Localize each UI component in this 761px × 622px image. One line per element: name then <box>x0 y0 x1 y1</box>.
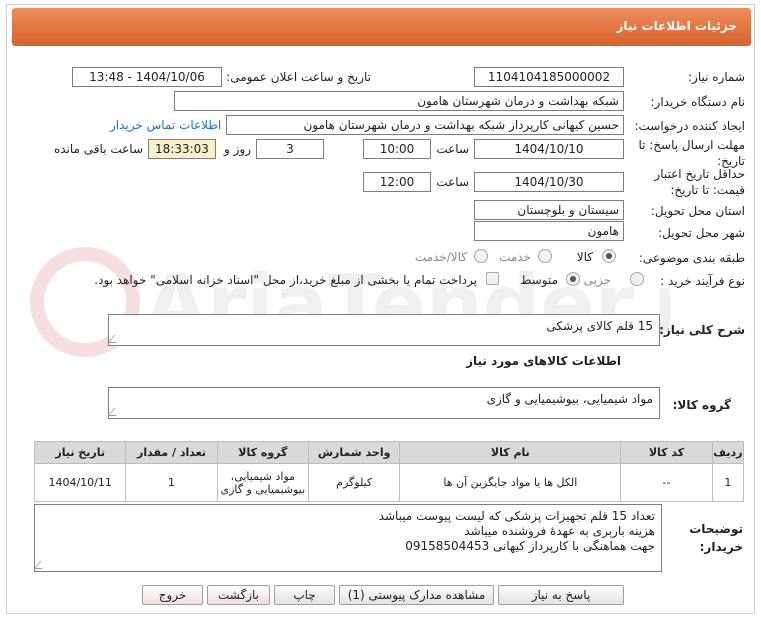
announce-label: تاریخ و ساعت اعلان عمومی: <box>226 70 371 84</box>
need-number-label: شماره نیاز: <box>688 70 745 84</box>
need-number-field: 1104104185000002 <box>474 67 624 87</box>
treasury-note: پرداخت تمام یا بخشی از مبلغ خرید،از محل … <box>94 273 477 287</box>
summary-label: شرح کلی نیاز: <box>659 323 745 337</box>
summary-text: 15 قلم کالای پزشکی <box>546 319 653 333</box>
table-row: 1 -- الکل ها یا مواد جایگزین آن ها کیلوگ… <box>33 463 745 502</box>
validity-time-field: 12:00 <box>363 172 431 192</box>
notes-line: تعداد 15 قلم تجهیزات پزشکی که لیست پیوست… <box>378 509 655 523</box>
buyer-field: شبکه بهداشت و درمان شهرستان هامون <box>174 91 624 111</box>
goods-group-textarea[interactable]: مواد شیمیایی، بیوشیمیایی و گازی <box>107 387 660 419</box>
buyer-label: نام دستگاه خریدار: <box>650 95 746 109</box>
contact-buyer-link[interactable]: اطلاعات تماس خریدار <box>110 118 221 132</box>
notes-textarea[interactable]: تعداد 15 قلم تجهیزات پزشکی که لیست پیوست… <box>33 504 662 572</box>
cell-row-number: 1 <box>711 463 745 502</box>
treasury-checkbox[interactable] <box>486 272 499 285</box>
creator-label: ایجاد کننده درخواست: <box>634 119 745 133</box>
col-header-unit: واحد شمارش <box>307 441 401 464</box>
process-medium-radio[interactable] <box>566 272 580 286</box>
cell-name: الکل ها یا مواد جایگزین آن ها <box>399 463 622 502</box>
print-button[interactable]: چاپ <box>274 585 335 605</box>
reply-button[interactable]: پاسخ به نیاز <box>498 585 624 605</box>
goods-info-title: اطلاعات کالاهای مورد نیاز <box>466 354 621 368</box>
days-field: 3 <box>256 139 324 159</box>
process-medium-label: متوسط <box>520 273 558 287</box>
notes-label: توضیحات خریدار: <box>689 522 743 554</box>
resize-grip[interactable] <box>33 561 49 569</box>
resize-grip[interactable] <box>107 408 123 416</box>
category-service-radio[interactable] <box>538 249 552 263</box>
col-header-group: گروه کالا <box>216 441 310 464</box>
process-label: نوع فرآیند خرید : <box>660 274 745 288</box>
goods-group-label: گروه کالا: <box>672 398 731 412</box>
col-header-quantity: تعداد / مقدار <box>125 441 218 464</box>
days-label: روز و <box>224 142 251 156</box>
announce-field: 1404/10/06 - 13:48 <box>72 67 222 87</box>
province-field: سیستان و بلوچستان <box>474 200 624 220</box>
category-label: طبقه بندی موضوعی: <box>638 251 745 265</box>
page-title: جزئیات اطلاعات نیاز <box>616 19 737 33</box>
process-minor-label: جزیی <box>583 273 611 287</box>
table-header-row: ردیف کد کالا نام کالا واحد شمارش گروه کا… <box>33 441 745 464</box>
validity-label: حداقل تاریخ اعتبار قیمت: تا تاریخ: <box>654 167 745 197</box>
notes-line: جهت هماهنگی با کارپرداز کیهانی 091585044… <box>405 539 655 553</box>
city-label: شهر محل تحویل: <box>658 226 745 240</box>
goods-table: ردیف کد کالا نام کالا واحد شمارش گروه کا… <box>33 441 745 502</box>
category-service-label: خدمت <box>499 250 531 264</box>
remaining-time-field: 18:33:03 <box>148 139 216 159</box>
category-goods-service-label: کالا/خدمت <box>414 250 467 264</box>
notes-line: هزینه باربری به عهدهٔ فروشنده میباشد <box>464 524 655 538</box>
cell-group: مواد شیمیایی، بیوشیمیایی و گازی <box>216 463 310 502</box>
goods-group-text: مواد شیمیایی، بیوشیمیایی و گازی <box>486 392 653 406</box>
cell-unit: کیلوگرم <box>307 463 401 502</box>
resize-grip[interactable] <box>107 335 123 343</box>
cell-quantity: 1 <box>125 463 218 502</box>
col-header-row-number: ردیف <box>711 441 745 464</box>
deadline-label: مهلت ارسال پاسخ: تا تاریخ: <box>638 138 745 168</box>
category-goods-service-radio[interactable] <box>474 249 488 263</box>
validity-time-label: ساعت <box>436 175 469 189</box>
back-button[interactable]: بازگشت <box>207 585 270 605</box>
creator-field: حسین کیهانی کارپرداز شبکه بهداشت و درمان… <box>226 115 624 135</box>
attachments-button[interactable]: مشاهده مدارک پیوستی (1) <box>339 585 494 605</box>
validity-date-field: 1404/10/30 <box>474 172 624 192</box>
cell-date: 1404/10/11 <box>33 463 127 502</box>
process-minor-radio[interactable] <box>630 272 644 286</box>
province-label: استان محل تحویل: <box>650 204 745 218</box>
exit-button[interactable]: خروج <box>142 585 203 605</box>
category-goods-label: کالا <box>576 250 593 264</box>
col-header-date: تاریخ نیاز <box>33 441 127 464</box>
col-header-code: کد کالا <box>620 441 713 464</box>
col-header-name: نام کالا <box>399 441 622 464</box>
summary-textarea[interactable]: 15 قلم کالای پزشکی <box>107 314 660 346</box>
deadline-date-field: 1404/10/10 <box>474 139 624 159</box>
category-goods-radio[interactable] <box>602 249 616 263</box>
deadline-time-label: ساعت <box>436 142 469 156</box>
remaining-label: ساعت باقی مانده <box>53 142 143 156</box>
deadline-time-field: 10:00 <box>363 139 431 159</box>
page-header: جزئیات اطلاعات نیاز <box>12 8 751 46</box>
city-field: هامون <box>474 221 624 241</box>
cell-code: -- <box>620 463 713 502</box>
